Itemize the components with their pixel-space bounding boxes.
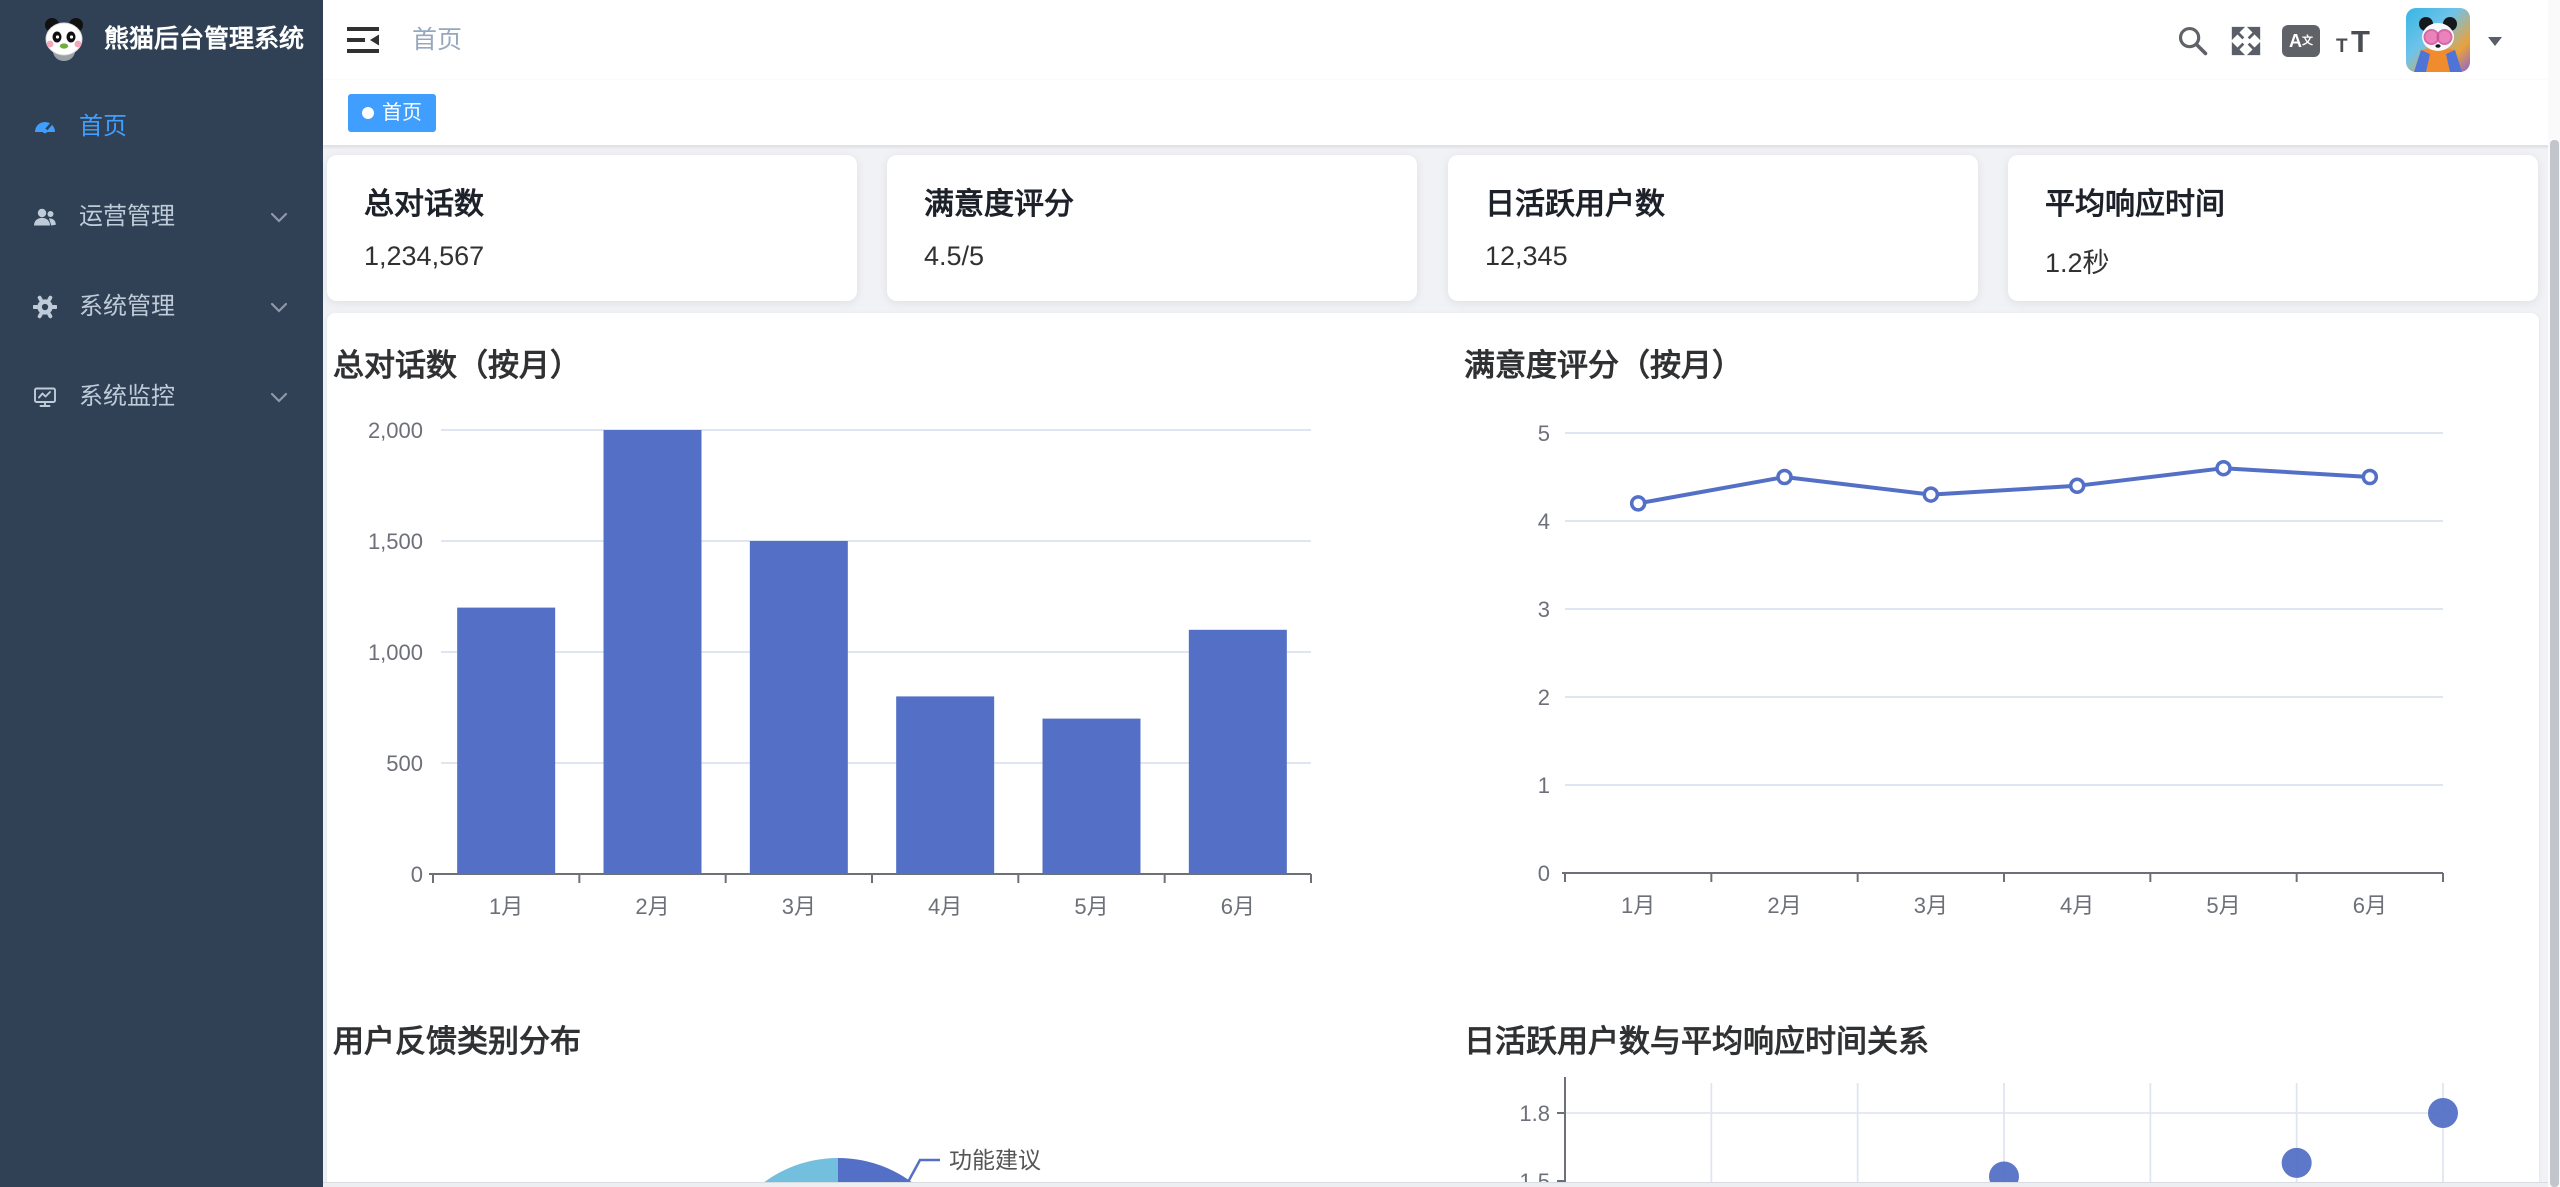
user-avatar[interactable]	[2406, 8, 2470, 72]
svg-text:1,500: 1,500	[368, 529, 423, 554]
font-size-icon[interactable]: T T	[2336, 24, 2380, 60]
svg-text:6月: 6月	[1221, 894, 1255, 919]
svg-text:500: 500	[386, 751, 423, 776]
chevron-down-icon	[270, 392, 288, 404]
sidebar-item-label: 运营管理	[79, 172, 175, 262]
vertical-scrollbar-thumb[interactable]	[2550, 140, 2559, 1187]
horizontal-scrollbar-track	[323, 1182, 2548, 1187]
monitor-icon	[33, 385, 57, 409]
svg-text:4月: 4月	[928, 894, 962, 919]
svg-text:3: 3	[1538, 597, 1550, 622]
svg-text:3月: 3月	[782, 894, 816, 919]
stat-title: 日活跃用户数	[1485, 179, 1665, 223]
svg-text:2: 2	[1538, 685, 1550, 710]
stat-card-avg-response-time: 平均响应时间 1.2秒	[2008, 155, 2538, 301]
stat-card-total-conversations: 总对话数 1,234,567	[327, 155, 857, 301]
sidebar-item-label: 系统管理	[79, 262, 175, 352]
svg-text:0: 0	[1538, 861, 1550, 886]
top-navbar	[323, 0, 2560, 80]
svg-text:1月: 1月	[1621, 893, 1655, 918]
stat-title: 总对话数	[364, 179, 484, 223]
stat-value: 1,234,567	[364, 241, 484, 272]
stat-value: 12,345	[1485, 241, 1568, 272]
chevron-down-icon	[270, 212, 288, 224]
scatter-chart-title: 日活跃用户数与平均响应时间关系	[1464, 1016, 1929, 1061]
stat-card-daily-active-users: 日活跃用户数 12,345	[1448, 155, 1978, 301]
svg-text:6月: 6月	[2353, 893, 2387, 918]
bar-chart: 0 500 1,000 1,500 2,000 1月 2月 3月 4月 5月 6月	[327, 390, 1340, 920]
breadcrumb[interactable]: 首页	[412, 0, 462, 80]
chevron-down-icon	[270, 302, 288, 314]
line-chart: 0 1 2 3 4 5 1月 2月 3月 4月 5月 6月	[1464, 390, 2477, 920]
tag-label: 首页	[382, 102, 422, 124]
active-tag-dot	[362, 107, 374, 119]
svg-text:4: 4	[1538, 509, 1550, 534]
svg-text:1月: 1月	[489, 894, 523, 919]
svg-text:1: 1	[1538, 773, 1550, 798]
sidebar: 熊猫后台管理系统 首页 运营管理	[0, 0, 323, 1187]
sidebar-item-system-admin[interactable]: 系统管理	[0, 262, 323, 352]
stat-value: 1.2秒	[2045, 241, 2110, 280]
language-switch-icon[interactable]: A文	[2282, 25, 2320, 57]
svg-text:5月: 5月	[2206, 893, 2240, 918]
sidebar-item-label: 首页	[79, 82, 127, 172]
app-screen: 熊猫后台管理系统 首页 运营管理	[0, 0, 2560, 1187]
sidebar-item-operations[interactable]: 运营管理	[0, 172, 323, 262]
avatar-dropdown-caret-icon[interactable]	[2488, 37, 2502, 46]
dashboard-icon	[33, 115, 57, 139]
svg-text:2,000: 2,000	[368, 418, 423, 443]
users-icon	[33, 205, 57, 229]
svg-text:3月: 3月	[1914, 893, 1948, 918]
stat-card-satisfaction: 满意度评分 4.5/5	[887, 155, 1417, 301]
svg-text:5: 5	[1538, 421, 1550, 446]
panda-logo-icon	[40, 15, 88, 63]
pie-chart: 功能建议	[327, 1065, 1340, 1187]
svg-text:1.8: 1.8	[1519, 1101, 1550, 1126]
collapse-sidebar-icon[interactable]	[347, 27, 381, 53]
tag-home[interactable]: 首页	[348, 94, 436, 132]
stat-title: 满意度评分	[924, 179, 1074, 223]
svg-text:1,000: 1,000	[368, 640, 423, 665]
svg-text:2月: 2月	[635, 894, 669, 919]
scatter-chart: 1.81.5	[1464, 1065, 2477, 1187]
app-logo[interactable]: 熊猫后台管理系统	[0, 0, 323, 78]
svg-text:功能建议: 功能建议	[949, 1147, 1041, 1173]
stat-value: 4.5/5	[924, 241, 984, 272]
pie-chart-title: 用户反馈类别分布	[333, 1016, 581, 1061]
sidebar-item-home[interactable]: 首页	[0, 82, 323, 172]
svg-text:4月: 4月	[2060, 893, 2094, 918]
search-icon[interactable]	[2176, 24, 2210, 58]
svg-text:2月: 2月	[1767, 893, 1801, 918]
bar-chart-title: 总对话数（按月）	[333, 340, 581, 385]
svg-text:0: 0	[411, 862, 423, 887]
app-title: 熊猫后台管理系统	[104, 0, 304, 78]
tags-view-bar	[323, 80, 2560, 146]
svg-text:5月: 5月	[1074, 894, 1108, 919]
line-chart-title: 满意度评分（按月）	[1464, 340, 1743, 385]
fullscreen-icon[interactable]	[2230, 25, 2262, 57]
gear-icon	[33, 295, 57, 319]
stat-title: 平均响应时间	[2045, 179, 2225, 223]
sidebar-item-system-monitor[interactable]: 系统监控	[0, 352, 323, 442]
sidebar-item-label: 系统监控	[79, 352, 175, 442]
